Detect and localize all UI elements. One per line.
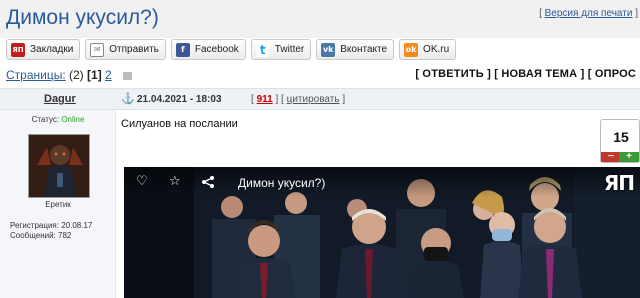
- twitter-icon: t: [255, 42, 270, 57]
- quote-link[interactable]: цитировать: [287, 94, 340, 105]
- post-text: Силуанов на послании: [121, 118, 238, 130]
- twitter-button[interactable]: t Twitter: [250, 39, 312, 60]
- post-meta: [ 911 ] [ цитировать ]: [251, 94, 346, 105]
- heart-icon[interactable]: ♡: [136, 175, 148, 188]
- pages-menu-icon[interactable]: [123, 71, 133, 80]
- ok-icon: ok: [404, 42, 419, 57]
- post-date: 21.04.2021 - 18:03: [137, 94, 222, 105]
- status-online: Online: [61, 115, 85, 124]
- print-version-link[interactable]: Версия для печати: [545, 8, 633, 19]
- topic-title: Димон укусил?): [6, 6, 159, 29]
- user-status: Статус: Online: [0, 115, 116, 124]
- reply-button[interactable]: [ ОТВЕТИТЬ ]: [415, 68, 491, 80]
- avatar[interactable]: [28, 134, 90, 198]
- rating-minus-button[interactable]: −: [601, 152, 621, 162]
- video-embed[interactable]: ♡ ☆ Димон укусил?) ЯП: [124, 167, 640, 298]
- share-label: Закладки: [30, 44, 74, 55]
- share-label: OK.ru: [423, 44, 450, 55]
- send-button[interactable]: ✉ Отправить: [85, 39, 166, 60]
- user-registered: Регистрация: 20.08.17: [10, 221, 93, 230]
- post-rating: 15 − +: [600, 119, 640, 163]
- status-label: Статус:: [31, 115, 60, 124]
- new-topic-button[interactable]: [ НОВАЯ ТЕМА ]: [494, 68, 584, 80]
- pagination: Страницы: (2) [1] 2: [6, 68, 133, 82]
- share-label: Twitter: [274, 44, 305, 55]
- user-messages: Сообщений: 782: [10, 231, 72, 240]
- poll-button[interactable]: [ ОПРОС: [588, 68, 636, 80]
- current-page: [1]: [87, 68, 102, 82]
- rating-value: 15: [613, 129, 629, 145]
- share-label: Вконтакте: [340, 44, 388, 55]
- post-header: Dagur ⚓ 21.04.2021 - 18:03 [ 911 ] [ цит…: [0, 88, 640, 110]
- anchor-icon[interactable]: ⚓: [121, 92, 135, 105]
- user-rank: Еретик: [45, 200, 71, 209]
- mail-icon: ✉: [90, 42, 105, 57]
- post-number[interactable]: 911: [257, 94, 273, 105]
- ok-button[interactable]: ok OK.ru: [399, 39, 457, 60]
- page-link-2[interactable]: 2: [105, 68, 112, 82]
- pages-count: (2): [69, 68, 84, 82]
- facebook-button[interactable]: f Facebook: [170, 39, 246, 60]
- vk-button[interactable]: vk Вконтакте: [316, 39, 395, 60]
- author-name[interactable]: Dagur: [44, 93, 76, 105]
- share-label: Facebook: [194, 44, 239, 55]
- user-info: Статус: Online Еретик Регистрация: 20.08…: [0, 110, 116, 298]
- vk-icon: vk: [321, 42, 336, 57]
- yap-bookmark-icon: ЯП: [11, 42, 25, 57]
- share-icon[interactable]: [201, 175, 215, 189]
- share-label: Отправить: [109, 44, 159, 55]
- bookmarks-button[interactable]: ЯП Закладки: [6, 39, 81, 60]
- star-icon[interactable]: ☆: [169, 175, 181, 188]
- video-title: Димон укусил?): [238, 176, 326, 190]
- print-version: [ Версия для печати ]: [539, 8, 638, 19]
- yap-logo: ЯП: [603, 171, 635, 195]
- rating-plus-button[interactable]: +: [619, 152, 639, 162]
- pages-label[interactable]: Страницы:: [6, 68, 66, 82]
- topic-actions: [ ОТВЕТИТЬ ] [ НОВАЯ ТЕМА ] [ ОПРОС: [415, 68, 636, 80]
- facebook-icon: f: [175, 42, 190, 57]
- topic-header: Димон укусил?) [ Версия для печати ]: [0, 0, 640, 38]
- share-bar: ЯП Закладки ✉ Отправить f Facebook t Twi…: [6, 39, 457, 61]
